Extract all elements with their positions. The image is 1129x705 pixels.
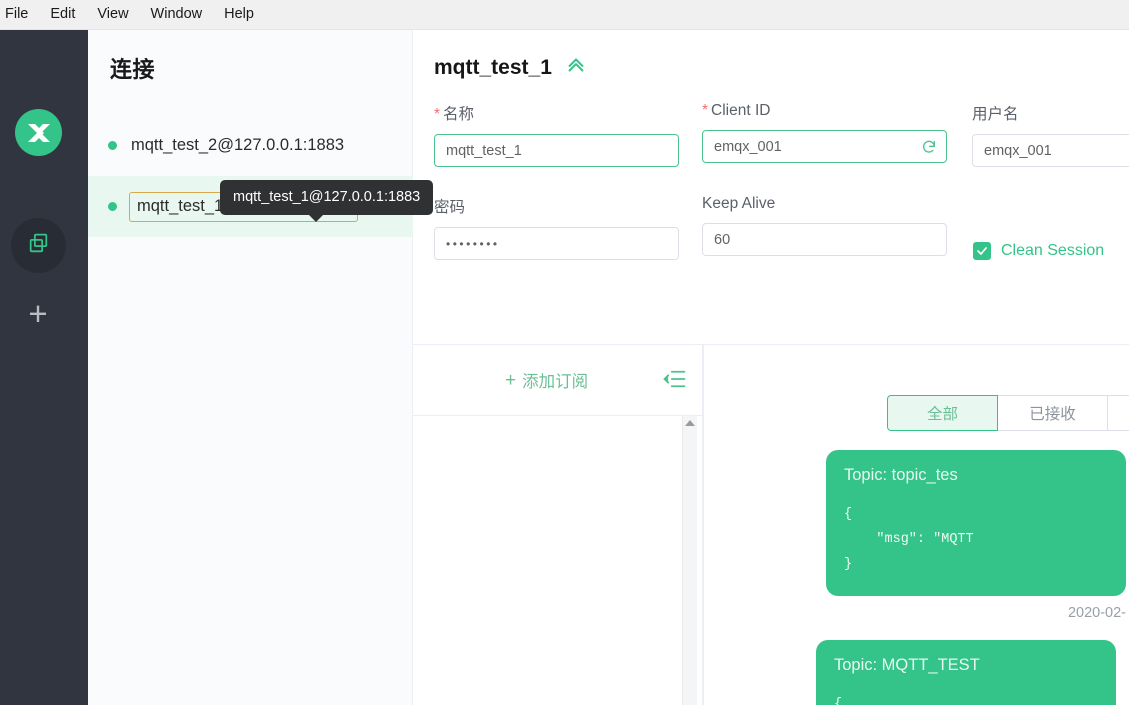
- menu-item-help[interactable]: Help: [213, 0, 265, 29]
- message-topic: Topic: MQTT_TEST: [834, 656, 980, 674]
- add-subscription-button[interactable]: + 添加订阅: [505, 368, 588, 392]
- main-content: mqtt_test_1 * 名称 mqtt_test_1 * Client ID…: [413, 30, 1129, 705]
- field-label: Keep Alive: [702, 195, 776, 212]
- name-input[interactable]: mqtt_test_1: [434, 134, 679, 167]
- checkbox-checked-icon[interactable]: [973, 242, 991, 260]
- client-id-input-value: emqx_001: [714, 138, 782, 155]
- connection-tooltip: mqtt_test_1@127.0.0.1:1883: [220, 180, 434, 222]
- clean-session-label: Clean Session: [1001, 242, 1105, 259]
- clean-session-toggle[interactable]: Clean Session: [973, 242, 1104, 260]
- status-dot-icon: [108, 202, 117, 211]
- add-connection-button[interactable]: +: [17, 292, 59, 334]
- name-input-value: mqtt_test_1: [446, 142, 522, 159]
- collapse-list-icon[interactable]: [663, 369, 686, 394]
- field-label: 密码: [434, 199, 466, 216]
- scroll-up-arrow-icon[interactable]: [685, 420, 695, 426]
- connection-form: * 名称 mqtt_test_1 * Client ID emqx_001 用户…: [434, 102, 1129, 288]
- refresh-icon[interactable]: [921, 139, 937, 155]
- message-timestamp: 2020-02-: [1067, 604, 1126, 621]
- required-asterisk: *: [702, 102, 709, 119]
- message-body: { "msg": "MQTT }: [844, 507, 974, 572]
- field-keep-alive: Keep Alive 60: [702, 195, 947, 256]
- username-input-value: emqx_001: [984, 142, 1052, 159]
- tab-published[interactable]: [1107, 395, 1129, 431]
- subscriptions-scrollbar[interactable]: [682, 416, 697, 705]
- connection-header-panel: mqtt_test_1 * 名称 mqtt_test_1 * Client ID…: [413, 30, 1129, 345]
- message-list: Topic: topic_tes { "msg": "MQTT } 2020-0…: [704, 450, 1129, 705]
- tooltip-arrow-icon: [308, 214, 324, 222]
- connection-title-row: mqtt_test_1: [434, 54, 587, 81]
- password-input[interactable]: ••••••••: [434, 227, 679, 260]
- field-label: * 名称: [434, 106, 475, 123]
- form-row-1: * 名称 mqtt_test_1 * Client ID emqx_001 用户…: [434, 102, 1129, 195]
- required-asterisk: *: [434, 106, 441, 123]
- message-bubble[interactable]: Topic: MQTT_TEST { "MQTT_MSG": [816, 640, 1116, 705]
- message-bubble[interactable]: Topic: topic_tes { "msg": "MQTT }: [826, 450, 1126, 596]
- messages-panel: 全部 已接收 Topic: topic_tes { "msg": "MQTT }…: [703, 345, 1129, 705]
- menu-item-edit[interactable]: Edit: [39, 0, 86, 29]
- username-input[interactable]: emqx_001: [972, 134, 1129, 167]
- field-username: 用户名 emqx_001: [972, 102, 1129, 167]
- tab-all[interactable]: 全部: [887, 395, 998, 431]
- menu-bar: File Edit View Window Help: [0, 0, 1129, 30]
- connection-title: mqtt_test_1: [434, 55, 552, 79]
- field-name: * 名称 mqtt_test_1: [434, 102, 679, 167]
- field-password: 密码 ••••••••: [434, 195, 679, 260]
- keep-alive-input-value: 60: [714, 231, 731, 248]
- subscriptions-panel: + 添加订阅: [413, 345, 703, 705]
- double-chevron-up-icon[interactable]: [565, 54, 587, 81]
- menu-item-view[interactable]: View: [86, 0, 139, 29]
- message-topic: Topic: topic_tes: [844, 466, 958, 484]
- field-label: 用户名: [972, 106, 1019, 123]
- subscriptions-toolbar: + 添加订阅: [413, 345, 702, 416]
- left-rail: +: [0, 30, 88, 705]
- status-dot-icon: [108, 141, 117, 150]
- keep-alive-input[interactable]: 60: [702, 223, 947, 256]
- add-subscription-label: 添加订阅: [522, 373, 589, 391]
- field-client-id: * Client ID emqx_001: [702, 102, 947, 163]
- field-label: * Client ID: [702, 102, 771, 119]
- plus-icon: +: [505, 369, 517, 391]
- mqttx-logo-icon: [15, 109, 62, 156]
- connection-list: mqtt_test_2@127.0.0.1:1883 mqtt_test_1@1…: [88, 115, 413, 237]
- tab-received[interactable]: 已接收: [997, 395, 1108, 431]
- sidebar-item-connections[interactable]: [11, 218, 66, 273]
- connections-sidebar: 连接 mqtt_test_2@127.0.0.1:1883 mqtt_test_…: [88, 30, 434, 705]
- list-item[interactable]: mqtt_test_2@127.0.0.1:1883: [88, 115, 413, 176]
- page-title: 连接: [110, 57, 156, 82]
- client-id-input[interactable]: emqx_001: [702, 130, 947, 163]
- app-window: File Edit View Window Help + 连接 mqtt_tes…: [0, 0, 1129, 705]
- password-input-value: ••••••••: [446, 236, 500, 251]
- message-body: { "MQTT_MSG": [834, 697, 843, 705]
- message-item: Topic: MQTT_TEST { "MQTT_MSG": [816, 640, 1116, 705]
- subscriptions-list: [413, 416, 702, 705]
- message-item: Topic: topic_tes { "msg": "MQTT } 2020-0…: [826, 450, 1126, 621]
- menu-item-file[interactable]: File: [0, 0, 39, 29]
- connection-name: mqtt_test_2@127.0.0.1:1883: [131, 136, 345, 154]
- menu-item-window[interactable]: Window: [140, 0, 214, 29]
- message-filter-tabs: 全部 已接收: [887, 395, 1129, 431]
- stacked-squares-icon: [26, 231, 51, 261]
- tooltip-text: mqtt_test_1@127.0.0.1:1883: [233, 189, 421, 205]
